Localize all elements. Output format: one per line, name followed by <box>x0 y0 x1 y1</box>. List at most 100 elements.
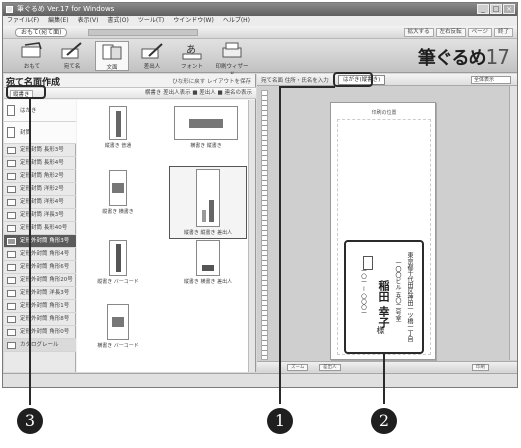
category-item[interactable]: 定形封筒 長形3号 <box>4 144 76 157</box>
close-button[interactable]: × <box>503 4 515 14</box>
sender-pen-icon <box>141 43 163 59</box>
callout-box-2 <box>344 240 424 354</box>
category-item-catalog[interactable]: カタログレール <box>4 339 76 352</box>
callout-marker-3: 3 <box>17 408 43 434</box>
category-item[interactable]: 定形外封筒 角形8号 <box>4 313 76 326</box>
menu-format[interactable]: 書式(O) <box>107 16 128 26</box>
preview-toolbar-label: 宛て名面 住所・氏名を入力 <box>261 78 329 84</box>
menu-bar: ファイル(F) 編集(E) 表示(V) 書式(O) ツール(T) ウインドウ(W… <box>3 16 517 26</box>
vertical-ruler <box>261 90 268 360</box>
ribbon-print[interactable]: 印刷ウィザード <box>215 41 249 78</box>
category-envelope[interactable]: 封筒 <box>4 122 76 144</box>
envelope-icon <box>7 147 16 154</box>
menu-window[interactable]: ウインドウ(W) <box>173 16 214 26</box>
minimize-button[interactable]: _ <box>477 4 489 14</box>
category-postcard[interactable]: はがき <box>4 100 76 122</box>
category-item[interactable]: 定形外封筒 角形4号 <box>4 248 76 261</box>
app-logo: 筆ぐるめ17 <box>417 45 510 69</box>
envelope-icon <box>7 238 16 245</box>
app-window: 筆ぐるめ Ver.17 for Windows _ □ × ファイル(F) 編集… <box>2 2 518 388</box>
menu-file[interactable]: ファイル(F) <box>7 16 39 26</box>
status-print-button[interactable]: 印刷 <box>472 364 489 371</box>
catalog-icon <box>7 342 16 349</box>
front-side-button[interactable]: おもて(宛て面) <box>15 28 68 37</box>
callout-box-3 <box>6 85 46 99</box>
ribbon-address[interactable]: 宛て名 <box>55 41 89 71</box>
thumbnail-item[interactable]: 縦書き 普通 <box>89 106 147 149</box>
flip-button[interactable]: 左右反転 <box>435 28 466 37</box>
category-item[interactable]: 定形外封筒 角形6号 <box>4 261 76 274</box>
panel-tools[interactable]: 横書き 差出人表示 ■ 差出人 ■ 連名の表示 <box>145 89 252 98</box>
status-sender-button[interactable]: 差出人 <box>319 364 341 371</box>
menu-edit[interactable]: 編集(E) <box>48 16 68 26</box>
sub-toolbar: おもて(宛て面) 拡大する 左右反転 ページ 終了 <box>3 26 517 39</box>
window-controls: _ □ × <box>477 4 515 14</box>
envelope-icon <box>7 212 16 219</box>
thumbnail-scrollbar[interactable] <box>248 100 255 372</box>
ribbon-font[interactable]: あ フォント <box>175 41 209 71</box>
preview-scrollbar[interactable] <box>509 86 517 360</box>
envelope-icon <box>7 251 16 258</box>
panel-title-links[interactable]: ひな形に戻す レイアウトを保存 <box>172 77 251 85</box>
left-panel: 宛て名面作成 ひな形に戻す レイアウトを保存 縦書き 横書き 差出人表示 ■ 差… <box>4 74 256 372</box>
window-title: 筆ぐるめ Ver.17 for Windows <box>17 5 115 13</box>
page-button[interactable]: ページ <box>467 28 492 37</box>
menu-help[interactable]: ヘルプ(H) <box>223 16 250 26</box>
menu-tools[interactable]: ツール(T) <box>138 16 164 26</box>
thumbnail-item-selected[interactable]: 縦書き 縦書き 差出人 <box>169 166 247 239</box>
envelope-icon <box>7 264 16 271</box>
category-item[interactable]: 定形封筒 洋形4号 <box>4 196 76 209</box>
envelope-icon <box>7 199 16 206</box>
callout-line-3 <box>29 99 31 405</box>
category-item[interactable]: 定形封筒 長形40号 <box>4 222 76 235</box>
printer-icon <box>222 42 242 58</box>
category-item[interactable]: 定形外封筒 角形0号 <box>4 326 76 339</box>
maximize-button[interactable]: □ <box>490 4 502 14</box>
envelope-icon <box>7 290 16 297</box>
envelope-icon <box>7 329 16 336</box>
page: 筆ぐるめ Ver.17 for Windows _ □ × ファイル(F) 編集… <box>0 0 521 448</box>
envelope-icon <box>7 173 16 180</box>
status-zoom-button[interactable]: ズーム <box>287 364 309 371</box>
ribbon-sender[interactable]: 差出人 <box>135 41 169 71</box>
thumbnail-item[interactable]: 縦書き バーコード <box>89 240 147 285</box>
title-bar: 筆ぐるめ Ver.17 for Windows _ □ × <box>3 3 517 16</box>
category-item[interactable]: 定形封筒 長形4号 <box>4 157 76 170</box>
envelope-icon <box>7 127 15 138</box>
preview-toolbar: 宛て名面 住所・氏名を入力 はがき(縦書き) 全体表示 <box>257 74 517 86</box>
category-item[interactable]: 定形封筒 洋長3号 <box>4 209 76 222</box>
pen-address-icon <box>61 42 82 59</box>
category-item[interactable]: 定形封筒 洋形2号 <box>4 183 76 196</box>
ribbon-front[interactable]: おもて <box>15 41 49 71</box>
category-item[interactable]: 定形外封筒 洋長3号 <box>4 287 76 300</box>
category-item-selected[interactable]: 定形外封筒 角形3号 <box>4 235 76 248</box>
postcard-front-icon <box>21 42 42 58</box>
tab-strip <box>88 29 198 36</box>
status-bar <box>3 373 517 387</box>
postcard-heading: 印刷の位置 <box>371 110 397 116</box>
exit-button[interactable]: 終了 <box>493 28 513 37</box>
app-icon <box>6 6 13 13</box>
callout-box-1 <box>333 72 373 87</box>
thumbnail-item[interactable]: 横書き バーコード <box>89 304 147 349</box>
category-item[interactable]: 定形外封筒 角形20号 <box>4 274 76 287</box>
postcard-icon <box>7 105 15 116</box>
envelope-icon <box>7 316 16 323</box>
ribbon: おもて 宛て名 文面 差出人 あ フォント 印刷ウィザー 筆ぐるめ17 <box>3 39 517 78</box>
envelope-icon <box>7 160 16 167</box>
callout-line-2 <box>383 354 385 404</box>
thumbnail-grid: 縦書き 普通 横書き 縦書き 縦書き 横書き 縦書き 縦書き 差出人 縦書き バ… <box>77 100 255 372</box>
zoom-dropdown[interactable]: 全体表示 <box>471 76 511 84</box>
envelope-icon <box>7 186 16 193</box>
ribbon-layout[interactable]: 文面 <box>95 41 129 71</box>
thumbnail-item[interactable]: 縦書き 横書き <box>89 170 147 215</box>
zoom-button[interactable]: 拡大する <box>403 28 434 37</box>
category-item[interactable]: 定形封筒 角形2号 <box>4 170 76 183</box>
callout-marker-2: 2 <box>371 408 397 434</box>
envelope-icon <box>7 277 16 284</box>
category-item[interactable]: 定形外封筒 角形1号 <box>4 300 76 313</box>
thumbnail-item[interactable]: 縦書き 横書き 差出人 <box>169 240 247 285</box>
subtoolbar-right: 拡大する 左右反転 ページ 終了 <box>403 28 513 37</box>
thumbnail-item[interactable]: 横書き 縦書き <box>171 106 241 149</box>
menu-view[interactable]: 表示(V) <box>78 16 99 26</box>
